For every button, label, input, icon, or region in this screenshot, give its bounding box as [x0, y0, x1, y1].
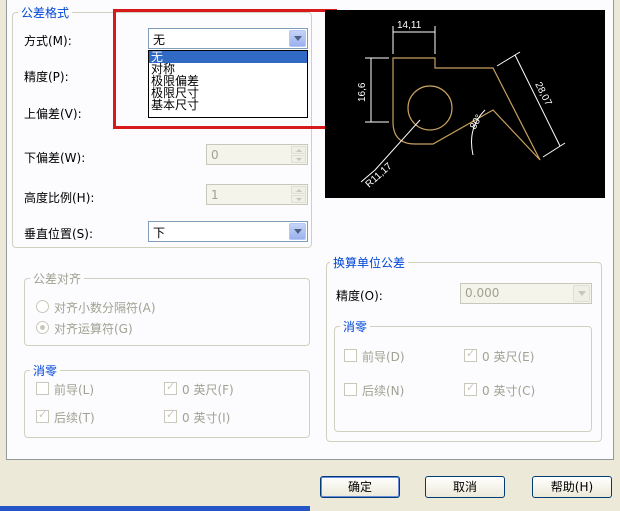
alt-precision-value: 0.000	[465, 286, 500, 300]
alt-leading-checkbox[interactable]	[344, 349, 357, 362]
align-decimal-radio[interactable]	[36, 300, 49, 313]
dim-left-text: 16,6	[357, 82, 368, 102]
alt-units-title: 换算单位公差	[330, 254, 409, 271]
alt-inches-checkbox[interactable]	[464, 381, 477, 396]
lower-deviation-label: 下偏差(W):	[24, 151, 86, 165]
dim-right-text: 28,07	[532, 80, 553, 108]
alt-feet-checkbox[interactable]	[464, 347, 477, 362]
help-button[interactable]: 帮助(H)	[532, 476, 612, 498]
taskbar-strip	[0, 506, 310, 511]
alt-precision-dropdown-button[interactable]	[573, 285, 590, 302]
zero-suppression-title: 消零	[30, 362, 61, 379]
vertical-position-value: 下	[153, 226, 166, 240]
alt-trailing-checkbox[interactable]	[344, 383, 357, 396]
tolerance-format-title: 公差格式	[18, 4, 73, 21]
preview-image: 14,11 16,6 28,07 80° R11,17	[325, 10, 605, 198]
spin-up-button[interactable]	[291, 146, 306, 154]
height-scale-spinner[interactable]: 1	[206, 184, 308, 205]
leading-checkbox[interactable]	[36, 382, 49, 395]
alt-feet-label: 0 英尺(E)	[482, 350, 535, 364]
spin-down-button[interactable]	[291, 195, 306, 203]
highlight-box	[113, 9, 337, 129]
height-scale-value: 1	[211, 188, 219, 202]
inches-checkbox[interactable]	[164, 408, 177, 423]
alt-precision-label: 精度(O):	[336, 289, 383, 303]
chevron-down-icon	[578, 291, 586, 296]
feet-label: 0 英尺(F)	[182, 383, 234, 397]
precision-label: 精度(P):	[24, 70, 69, 84]
vertical-position-dropdown-button[interactable]	[289, 223, 306, 240]
align-operator-radio[interactable]	[36, 321, 49, 334]
lower-deviation-spinner[interactable]: 0	[206, 144, 308, 165]
spin-down-button[interactable]	[291, 155, 306, 163]
alt-trailing-label: 后续(N)	[362, 384, 405, 398]
lower-deviation-value: 0	[211, 148, 219, 162]
vertical-position-label: 垂直位置(S):	[24, 227, 94, 241]
trailing-checkbox[interactable]	[36, 408, 49, 423]
alt-inches-label: 0 英寸(C)	[482, 384, 536, 398]
button-bar	[0, 466, 620, 511]
alt-zero-suppression-group	[334, 326, 592, 432]
inches-label: 0 英寸(I)	[182, 411, 231, 425]
align-decimal-label: 对齐小数分隔符(A)	[54, 301, 156, 315]
alt-leading-label: 前导(D)	[362, 350, 405, 364]
spin-up-button[interactable]	[291, 186, 306, 194]
height-scale-label: 高度比例(H):	[24, 191, 95, 205]
dim-top-text: 14,11	[397, 20, 422, 31]
alt-zero-suppression-title: 消零	[340, 318, 371, 335]
vertical-position-select[interactable]: 下	[148, 221, 308, 242]
align-operator-label: 对齐运算符(G)	[54, 322, 133, 336]
dimension-preview-drawing: 14,11 16,6 28,07 80° R11,17	[357, 20, 566, 190]
tolerance-align-title: 公差对齐	[30, 270, 85, 287]
chevron-down-icon	[294, 229, 302, 234]
method-label: 方式(M):	[24, 34, 72, 48]
trailing-label: 后续(T)	[54, 411, 95, 425]
feet-checkbox[interactable]	[164, 380, 177, 395]
upper-deviation-label: 上偏差(V):	[24, 107, 82, 121]
cancel-button[interactable]: 取消	[425, 476, 505, 498]
leading-label: 前导(L)	[54, 383, 95, 397]
alt-precision-select[interactable]: 0.000	[460, 283, 592, 304]
ok-button[interactable]: 确定	[320, 476, 400, 498]
